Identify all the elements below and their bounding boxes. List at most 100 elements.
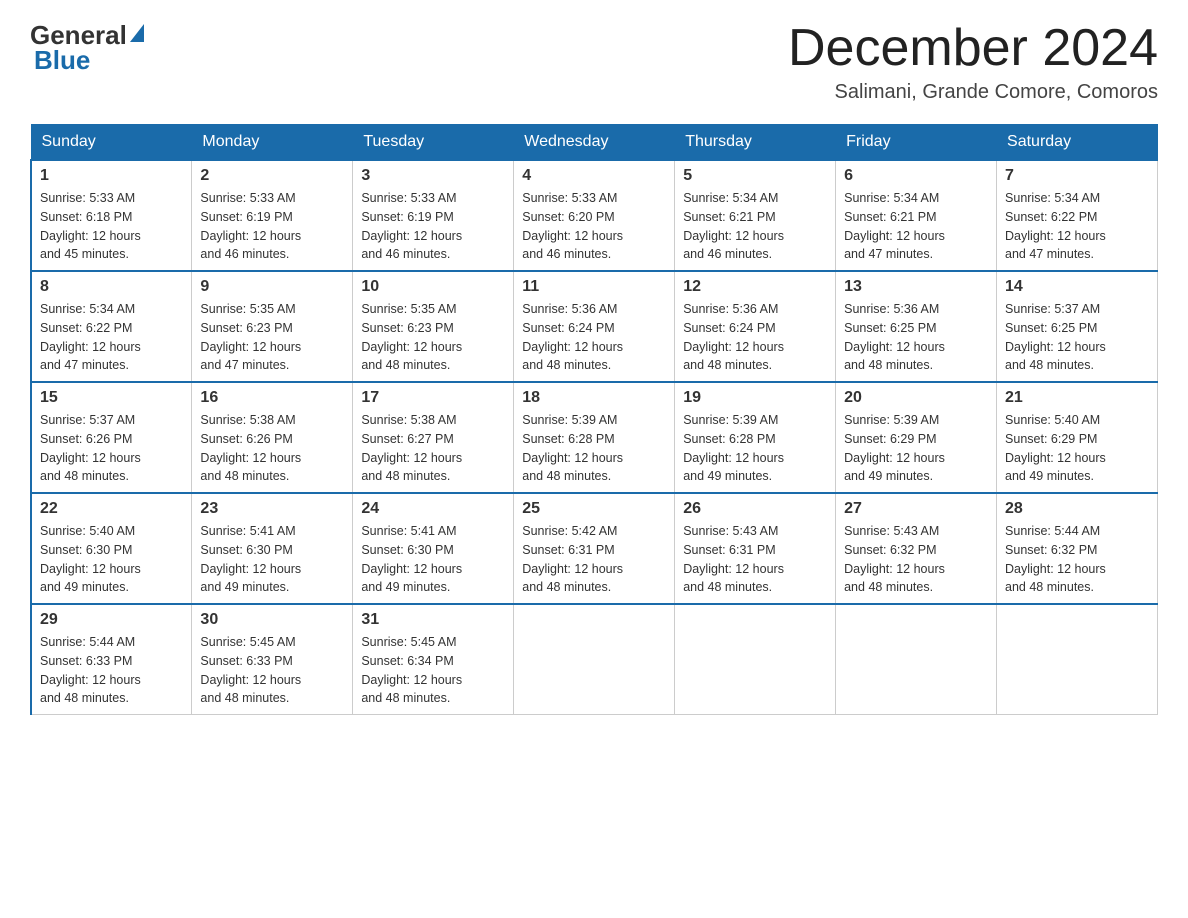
day-number: 10 bbox=[361, 278, 505, 296]
col-sunday: Sunday bbox=[31, 125, 192, 161]
day-number: 2 bbox=[200, 167, 344, 185]
calendar-cell: 24 Sunrise: 5:41 AMSunset: 6:30 PMDaylig… bbox=[353, 493, 514, 604]
calendar-cell: 19 Sunrise: 5:39 AMSunset: 6:28 PMDaylig… bbox=[675, 382, 836, 493]
calendar-cell: 18 Sunrise: 5:39 AMSunset: 6:28 PMDaylig… bbox=[514, 382, 675, 493]
day-info: Sunrise: 5:33 AMSunset: 6:19 PMDaylight:… bbox=[361, 191, 462, 261]
day-number: 8 bbox=[40, 278, 183, 296]
calendar-cell: 8 Sunrise: 5:34 AMSunset: 6:22 PMDayligh… bbox=[31, 271, 192, 382]
calendar-cell: 15 Sunrise: 5:37 AMSunset: 6:26 PMDaylig… bbox=[31, 382, 192, 493]
day-info: Sunrise: 5:37 AMSunset: 6:26 PMDaylight:… bbox=[40, 413, 141, 483]
day-number: 31 bbox=[361, 611, 505, 629]
day-number: 20 bbox=[844, 389, 988, 407]
calendar-table: Sunday Monday Tuesday Wednesday Thursday… bbox=[30, 124, 1158, 715]
day-number: 19 bbox=[683, 389, 827, 407]
calendar-week-row: 22 Sunrise: 5:40 AMSunset: 6:30 PMDaylig… bbox=[31, 493, 1158, 604]
day-number: 13 bbox=[844, 278, 988, 296]
day-info: Sunrise: 5:42 AMSunset: 6:31 PMDaylight:… bbox=[522, 524, 623, 594]
day-info: Sunrise: 5:45 AMSunset: 6:34 PMDaylight:… bbox=[361, 635, 462, 705]
day-info: Sunrise: 5:44 AMSunset: 6:33 PMDaylight:… bbox=[40, 635, 141, 705]
day-number: 7 bbox=[1005, 167, 1149, 185]
day-number: 29 bbox=[40, 611, 183, 629]
day-info: Sunrise: 5:36 AMSunset: 6:24 PMDaylight:… bbox=[683, 302, 784, 372]
day-number: 28 bbox=[1005, 500, 1149, 518]
calendar-cell: 2 Sunrise: 5:33 AMSunset: 6:19 PMDayligh… bbox=[192, 160, 353, 271]
day-number: 1 bbox=[40, 167, 183, 185]
day-info: Sunrise: 5:44 AMSunset: 6:32 PMDaylight:… bbox=[1005, 524, 1106, 594]
day-info: Sunrise: 5:36 AMSunset: 6:24 PMDaylight:… bbox=[522, 302, 623, 372]
day-info: Sunrise: 5:39 AMSunset: 6:28 PMDaylight:… bbox=[683, 413, 784, 483]
day-number: 18 bbox=[522, 389, 666, 407]
day-info: Sunrise: 5:35 AMSunset: 6:23 PMDaylight:… bbox=[200, 302, 301, 372]
calendar-cell bbox=[836, 604, 997, 715]
day-info: Sunrise: 5:43 AMSunset: 6:31 PMDaylight:… bbox=[683, 524, 784, 594]
calendar-cell: 27 Sunrise: 5:43 AMSunset: 6:32 PMDaylig… bbox=[836, 493, 997, 604]
day-info: Sunrise: 5:34 AMSunset: 6:22 PMDaylight:… bbox=[40, 302, 141, 372]
day-number: 30 bbox=[200, 611, 344, 629]
calendar-week-row: 15 Sunrise: 5:37 AMSunset: 6:26 PMDaylig… bbox=[31, 382, 1158, 493]
logo-blue-text: Blue bbox=[30, 45, 90, 76]
day-number: 3 bbox=[361, 167, 505, 185]
calendar-cell: 30 Sunrise: 5:45 AMSunset: 6:33 PMDaylig… bbox=[192, 604, 353, 715]
day-info: Sunrise: 5:33 AMSunset: 6:20 PMDaylight:… bbox=[522, 191, 623, 261]
day-number: 12 bbox=[683, 278, 827, 296]
day-number: 16 bbox=[200, 389, 344, 407]
title-block: December 2024 Salimani, Grande Comore, C… bbox=[788, 20, 1158, 104]
calendar-cell: 26 Sunrise: 5:43 AMSunset: 6:31 PMDaylig… bbox=[675, 493, 836, 604]
calendar-cell: 22 Sunrise: 5:40 AMSunset: 6:30 PMDaylig… bbox=[31, 493, 192, 604]
day-info: Sunrise: 5:33 AMSunset: 6:19 PMDaylight:… bbox=[200, 191, 301, 261]
col-saturday: Saturday bbox=[997, 125, 1158, 161]
day-info: Sunrise: 5:34 AMSunset: 6:22 PMDaylight:… bbox=[1005, 191, 1106, 261]
day-info: Sunrise: 5:43 AMSunset: 6:32 PMDaylight:… bbox=[844, 524, 945, 594]
calendar-cell: 29 Sunrise: 5:44 AMSunset: 6:33 PMDaylig… bbox=[31, 604, 192, 715]
day-number: 5 bbox=[683, 167, 827, 185]
calendar-cell: 17 Sunrise: 5:38 AMSunset: 6:27 PMDaylig… bbox=[353, 382, 514, 493]
calendar-title: December 2024 bbox=[788, 20, 1158, 77]
col-monday: Monday bbox=[192, 125, 353, 161]
calendar-cell: 10 Sunrise: 5:35 AMSunset: 6:23 PMDaylig… bbox=[353, 271, 514, 382]
col-friday: Friday bbox=[836, 125, 997, 161]
calendar-cell: 5 Sunrise: 5:34 AMSunset: 6:21 PMDayligh… bbox=[675, 160, 836, 271]
calendar-week-row: 8 Sunrise: 5:34 AMSunset: 6:22 PMDayligh… bbox=[31, 271, 1158, 382]
calendar-cell: 4 Sunrise: 5:33 AMSunset: 6:20 PMDayligh… bbox=[514, 160, 675, 271]
page-header: General Blue December 2024 Salimani, Gra… bbox=[30, 20, 1158, 104]
calendar-cell: 23 Sunrise: 5:41 AMSunset: 6:30 PMDaylig… bbox=[192, 493, 353, 604]
day-number: 11 bbox=[522, 278, 666, 296]
calendar-week-row: 29 Sunrise: 5:44 AMSunset: 6:33 PMDaylig… bbox=[31, 604, 1158, 715]
col-tuesday: Tuesday bbox=[353, 125, 514, 161]
calendar-cell bbox=[997, 604, 1158, 715]
col-thursday: Thursday bbox=[675, 125, 836, 161]
day-info: Sunrise: 5:37 AMSunset: 6:25 PMDaylight:… bbox=[1005, 302, 1106, 372]
calendar-cell: 21 Sunrise: 5:40 AMSunset: 6:29 PMDaylig… bbox=[997, 382, 1158, 493]
calendar-cell: 6 Sunrise: 5:34 AMSunset: 6:21 PMDayligh… bbox=[836, 160, 997, 271]
day-number: 25 bbox=[522, 500, 666, 518]
calendar-subtitle: Salimani, Grande Comore, Comoros bbox=[788, 81, 1158, 104]
calendar-cell: 11 Sunrise: 5:36 AMSunset: 6:24 PMDaylig… bbox=[514, 271, 675, 382]
calendar-cell bbox=[675, 604, 836, 715]
calendar-cell: 28 Sunrise: 5:44 AMSunset: 6:32 PMDaylig… bbox=[997, 493, 1158, 604]
day-info: Sunrise: 5:35 AMSunset: 6:23 PMDaylight:… bbox=[361, 302, 462, 372]
calendar-cell: 20 Sunrise: 5:39 AMSunset: 6:29 PMDaylig… bbox=[836, 382, 997, 493]
calendar-header-row: Sunday Monday Tuesday Wednesday Thursday… bbox=[31, 125, 1158, 161]
day-info: Sunrise: 5:40 AMSunset: 6:29 PMDaylight:… bbox=[1005, 413, 1106, 483]
day-info: Sunrise: 5:45 AMSunset: 6:33 PMDaylight:… bbox=[200, 635, 301, 705]
day-info: Sunrise: 5:33 AMSunset: 6:18 PMDaylight:… bbox=[40, 191, 141, 261]
day-info: Sunrise: 5:39 AMSunset: 6:28 PMDaylight:… bbox=[522, 413, 623, 483]
day-info: Sunrise: 5:34 AMSunset: 6:21 PMDaylight:… bbox=[683, 191, 784, 261]
day-number: 9 bbox=[200, 278, 344, 296]
calendar-cell: 7 Sunrise: 5:34 AMSunset: 6:22 PMDayligh… bbox=[997, 160, 1158, 271]
calendar-week-row: 1 Sunrise: 5:33 AMSunset: 6:18 PMDayligh… bbox=[31, 160, 1158, 271]
calendar-cell: 9 Sunrise: 5:35 AMSunset: 6:23 PMDayligh… bbox=[192, 271, 353, 382]
calendar-cell: 1 Sunrise: 5:33 AMSunset: 6:18 PMDayligh… bbox=[31, 160, 192, 271]
day-info: Sunrise: 5:41 AMSunset: 6:30 PMDaylight:… bbox=[200, 524, 301, 594]
logo: General Blue bbox=[30, 20, 144, 76]
day-number: 23 bbox=[200, 500, 344, 518]
day-number: 22 bbox=[40, 500, 183, 518]
day-number: 27 bbox=[844, 500, 988, 518]
calendar-cell: 12 Sunrise: 5:36 AMSunset: 6:24 PMDaylig… bbox=[675, 271, 836, 382]
day-info: Sunrise: 5:36 AMSunset: 6:25 PMDaylight:… bbox=[844, 302, 945, 372]
day-number: 14 bbox=[1005, 278, 1149, 296]
logo-triangle-icon bbox=[130, 24, 144, 42]
day-info: Sunrise: 5:39 AMSunset: 6:29 PMDaylight:… bbox=[844, 413, 945, 483]
day-info: Sunrise: 5:38 AMSunset: 6:27 PMDaylight:… bbox=[361, 413, 462, 483]
calendar-cell: 31 Sunrise: 5:45 AMSunset: 6:34 PMDaylig… bbox=[353, 604, 514, 715]
